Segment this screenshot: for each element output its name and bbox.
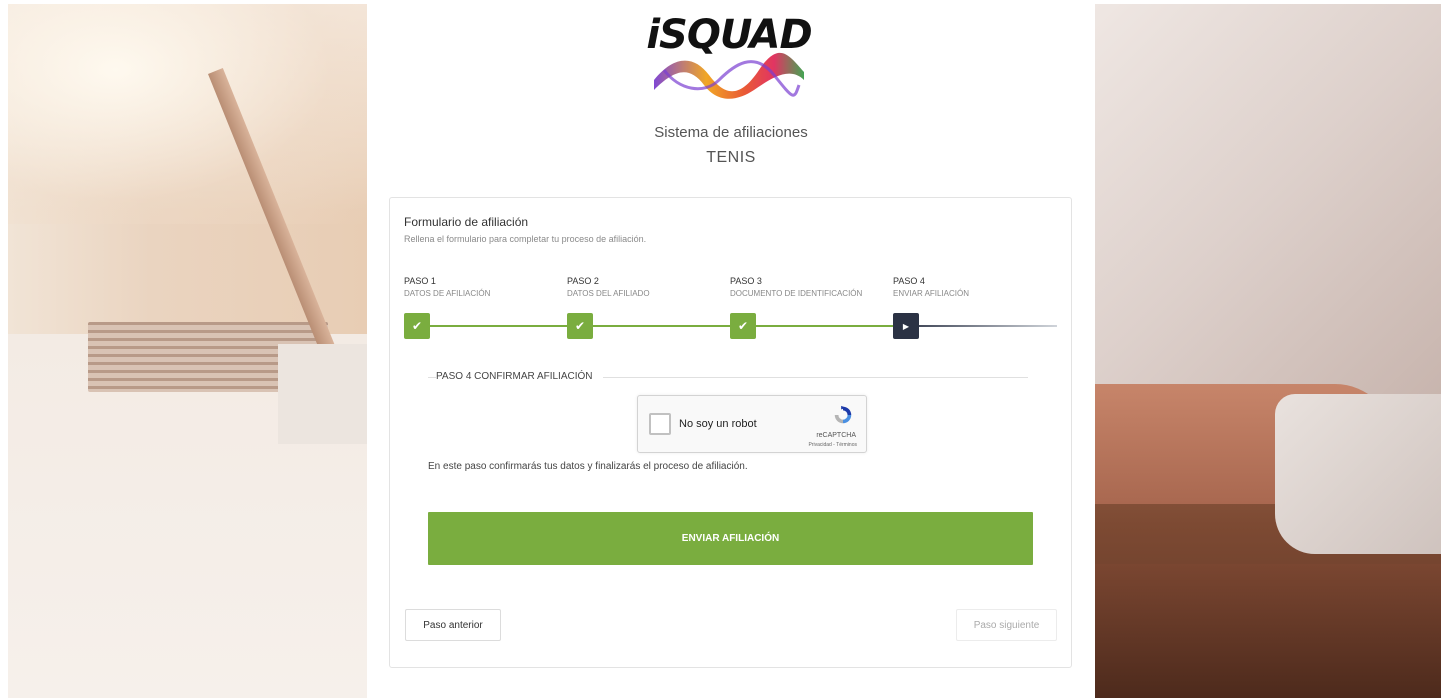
brand-logo: iSQUAD (639, 12, 819, 107)
step-status-active: ▶ (893, 313, 919, 339)
main-column: iSQUAD Sistema de afiliaciones TENIS For… (367, 0, 1095, 698)
step-status-done: ✔ (730, 313, 756, 339)
step-name: DATOS DE AFILIACIÓN (404, 289, 491, 298)
step-3[interactable]: PASO 3 DOCUMENTO DE IDENTIFICACIÓN ✔ (730, 276, 893, 339)
check-icon: ✔ (737, 319, 749, 333)
step-number: PASO 1 (404, 276, 436, 286)
wooden-table (1095, 564, 1441, 698)
step-status-done: ✔ (567, 313, 593, 339)
step-name: ENVIAR AFILIACIÓN (893, 289, 970, 298)
system-title: Sistema de afiliaciones (654, 124, 808, 141)
step-number: PASO 2 (567, 276, 599, 286)
background-photo-right (1095, 4, 1441, 698)
recaptcha-brand: reCAPTCHA (816, 432, 856, 439)
step-number: PASO 3 (730, 276, 762, 286)
step-name: DOCUMENTO DE IDENTIFICACIÓN (730, 289, 863, 298)
check-icon: ✔ (574, 319, 586, 333)
recaptcha-label: No soy un robot (679, 418, 757, 430)
section-title: PASO 4 CONFIRMAR AFILIACIÓN (436, 371, 603, 382)
recaptcha-checkbox[interactable] (649, 413, 671, 435)
progress-line-complete (404, 325, 894, 327)
background-photo-left (8, 4, 367, 698)
submit-affiliation-button[interactable]: ENVIAR AFILIACIÓN (428, 512, 1033, 565)
progress-stepper: PASO 1 DATOS DE AFILIACIÓN ✔ PASO 2 DATO… (404, 276, 1059, 346)
page: iSQUAD Sistema de afiliaciones TENIS For… (0, 0, 1441, 698)
person-shirt (1095, 4, 1441, 394)
step-number: PASO 4 (893, 276, 925, 286)
step-1[interactable]: PASO 1 DATOS DE AFILIACIÓN ✔ (404, 276, 567, 339)
form-subtitle: Rellena el formulario para completar tu … (404, 234, 647, 244)
shirt-cuff (1275, 394, 1441, 554)
sport-title: TENIS (706, 149, 756, 166)
form-title: Formulario de afiliación (404, 215, 529, 229)
step-status-done: ✔ (404, 313, 430, 339)
play-icon: ▶ (902, 321, 910, 331)
next-step-button[interactable]: Paso siguiente (956, 609, 1057, 641)
step-2[interactable]: PASO 2 DATOS DEL AFILIADO ✔ (567, 276, 730, 339)
recaptcha-privacy-links[interactable]: Privacidad - Términos (808, 442, 857, 448)
section-header: PASO 4 CONFIRMAR AFILIACIÓN (428, 371, 1028, 385)
step-name: DATOS DEL AFILIADO (567, 289, 650, 298)
laptop-base (278, 344, 367, 444)
previous-step-button[interactable]: Paso anterior (405, 609, 501, 641)
step-info-text: En este paso confirmarás tus datos y fin… (428, 461, 748, 472)
affiliation-form-card: Formulario de afiliación Rellena el form… (389, 197, 1072, 668)
window-light (8, 4, 367, 224)
recaptcha-widget: No soy un robot reCAPTCHA Privacidad - T… (637, 395, 867, 453)
recaptcha-icon (834, 405, 852, 424)
check-icon: ✔ (411, 319, 423, 333)
logo-wave-graphic (654, 52, 804, 99)
step-4[interactable]: PASO 4 ENVIAR AFILIACIÓN ▶ (893, 276, 1056, 339)
